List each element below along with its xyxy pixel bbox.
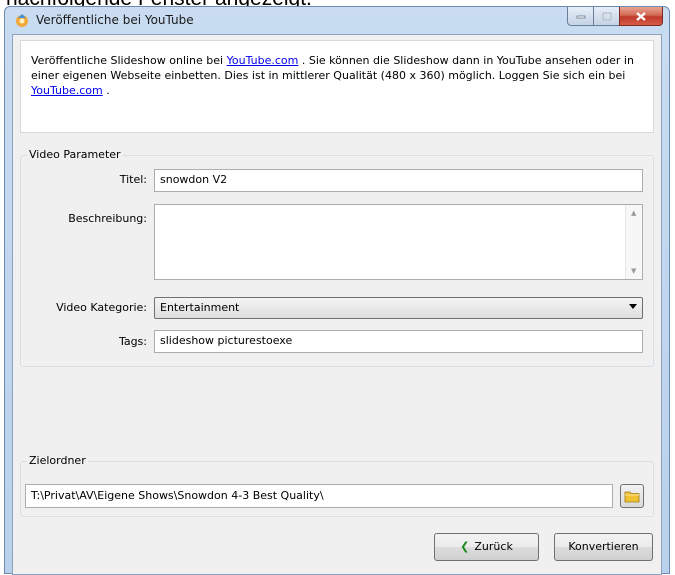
target-folder-label: Zielordner (27, 454, 88, 468)
window-title: Veröffentliche bei YouTube (36, 13, 194, 27)
maximize-button[interactable] (593, 7, 619, 26)
intro-text: Veröffentliche Slideshow online bei YouT… (31, 53, 643, 98)
youtube-link[interactable]: YouTube.com (227, 54, 299, 67)
category-label: Video Kategorie: (56, 301, 147, 314)
dialog-client-area: Veröffentliche Slideshow online bei YouT… (12, 34, 662, 575)
title-input[interactable]: snowdon V2 (154, 169, 643, 192)
minimize-icon (576, 15, 585, 19)
description-input[interactable]: ▲ ▼ (154, 204, 643, 280)
title-label: Titel: (119, 173, 147, 186)
category-value: Entertainment (160, 301, 240, 314)
back-button-label: Zurück (474, 540, 513, 553)
category-select[interactable]: Entertainment (154, 297, 643, 319)
description-label: Beschreibung: (68, 212, 147, 225)
caption-buttons (567, 7, 663, 26)
intro-text-part: . (102, 84, 110, 97)
convert-button[interactable]: Konvertieren (554, 533, 653, 561)
description-scrollbar[interactable]: ▲ ▼ (625, 205, 642, 279)
back-button[interactable]: ❮ Zurück (434, 533, 539, 561)
youtube-login-link[interactable]: YouTube.com (31, 84, 103, 97)
video-parameter-label: Video Parameter (27, 148, 123, 162)
intro-panel: Veröffentliche Slideshow online bei YouT… (20, 40, 654, 133)
maximize-icon (601, 11, 612, 21)
close-icon (636, 11, 646, 21)
video-parameter-group: Video Parameter Titel: snowdon V2 Beschr… (20, 148, 654, 367)
intro-text-part: Veröffentliche Slideshow online bei (31, 54, 227, 67)
target-folder-group: Zielordner T:\Privat\AV\Eigene Shows\Sno… (20, 454, 654, 517)
app-icon (14, 12, 30, 28)
tags-label: Tags: (118, 335, 147, 348)
chevron-down-icon (629, 304, 637, 309)
title-bar[interactable]: Veröffentliche bei YouTube (5, 7, 669, 33)
tags-input[interactable]: slideshow picturestoexe (154, 330, 643, 353)
scroll-down-icon[interactable]: ▼ (631, 267, 636, 275)
browse-folder-button[interactable] (620, 484, 644, 508)
publish-youtube-window: Veröffentliche bei YouTube Veröffentlich… (4, 6, 670, 575)
target-path-input[interactable]: T:\Privat\AV\Eigene Shows\Snowdon 4-3 Be… (25, 484, 613, 508)
close-button[interactable] (619, 7, 663, 26)
scroll-up-icon[interactable]: ▲ (631, 209, 636, 217)
folder-icon (624, 491, 640, 503)
chevron-left-icon: ❮ (460, 540, 470, 553)
minimize-button[interactable] (567, 7, 593, 26)
